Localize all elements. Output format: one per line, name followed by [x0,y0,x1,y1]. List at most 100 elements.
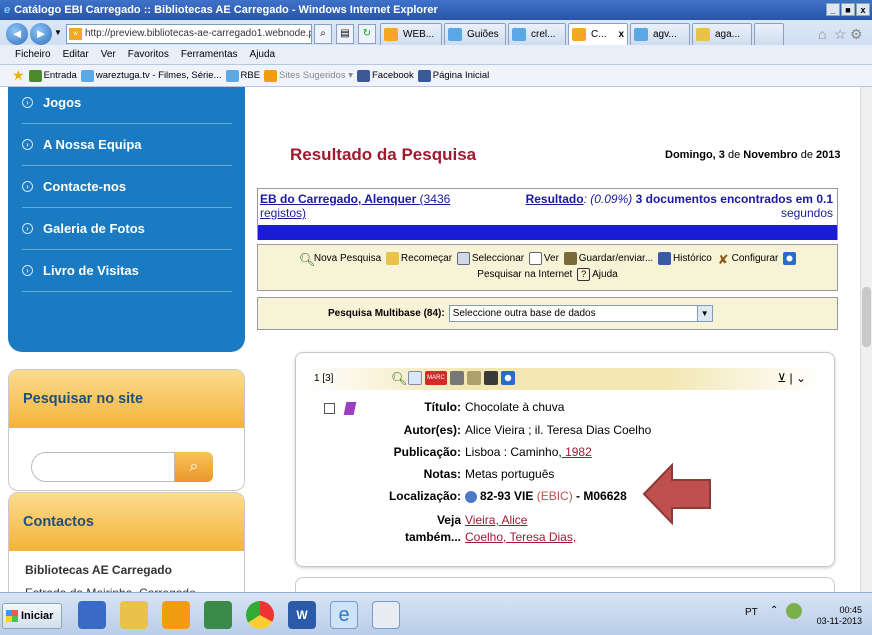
tool-ajuda[interactable]: ? Ajuda [575,267,618,281]
office-icon[interactable] [162,601,190,629]
vertical-scrollbar[interactable] [860,87,872,592]
suggested-sites-icon [264,69,278,82]
fav-wareztuga[interactable]: wareztuga.tv - Filmes, Série... [80,69,222,82]
chrome-icon[interactable] [246,601,274,629]
author-link-coelho[interactable]: Coelho, Teresa Dias, [465,530,576,544]
sidebar-item-equipa[interactable]: › A Nossa Equipa [22,124,232,166]
contacts-name: Bibliotecas AE Carregado [25,563,172,577]
tool-ver[interactable]: Ver [527,251,559,265]
tool-pesquisar-internet[interactable]: Pesquisar na Internet [477,269,572,280]
close-tab-icon[interactable]: x [618,24,624,45]
history-dropdown-icon[interactable]: ▼ [54,28,62,37]
tools-gear-icon[interactable]: ⚙ [850,26,863,43]
menu-editar[interactable]: Editar [63,49,89,60]
window-icon[interactable] [372,601,400,629]
menu-ficheiro[interactable]: Ficheiro [15,49,51,60]
main-content: Resultado da Pesquisa Domingo, 3 de Nove… [250,87,860,592]
results-summary: Resultado: (0.09%) 3 documentos encontra… [525,192,833,220]
back-icon[interactable]: ◄ [6,23,28,45]
tab-catalogo[interactable]: C... x [568,23,628,46]
tab-aga[interactable]: aga... [692,23,752,46]
tab-agv[interactable]: agv... [630,23,690,46]
tools-icon: ✘ [717,251,729,267]
reserve-icon[interactable] [484,371,498,385]
outlook-icon[interactable] [78,601,106,629]
favorites-star-icon[interactable]: ☆ [834,26,847,43]
results-toolbar: 🔍︎Nova Pesquisa Recomeçar Seleccionar Ve… [257,244,838,291]
sidebar-item-contacte[interactable]: › Contacte-nos [22,166,232,208]
maximize-button[interactable]: ■ [841,3,855,16]
chevron-down-icon: ▼ [696,306,712,321]
menu-favoritos[interactable]: Favoritos [128,49,169,60]
search-icon: ⌕ [189,458,199,475]
author-link-vieira[interactable]: Vieira, Alice [465,513,527,527]
fav-facebook[interactable]: Facebook [357,69,414,82]
record-number: 1 [3] [314,373,334,384]
tab-crel[interactable]: crel... [508,23,566,46]
multibase-bar: Pesquisa Multibase (84): Seleccione outr… [257,297,838,330]
fav-entrada[interactable]: Entrada [28,69,77,82]
refresh-icon[interactable]: ↻ [358,24,376,44]
fav-sites-sugeridos[interactable]: Sites Sugeridos ▾ [264,69,353,82]
menu-ajuda[interactable]: Ajuda [250,49,276,60]
ie-tab-icon [448,28,462,41]
url-input[interactable]: w http://preview.bibliotecas-ae-carregado… [66,24,312,44]
print-icon[interactable] [450,371,464,385]
start-button[interactable]: Iniciar [2,603,62,629]
menu-ver[interactable]: Ver [101,49,116,60]
ie-page-icon [80,69,94,82]
database-link[interactable]: EB do Carregado, Alenquer (3436 registos) [260,192,500,220]
facebook-icon [417,69,431,82]
sidebar-item-galeria[interactable]: › Galeria de Fotos [22,208,232,250]
fav-pagina-inicial[interactable]: Página Inicial [417,69,489,82]
tool-historico[interactable]: Histórico [656,251,712,265]
home-icon[interactable]: ⌂ [818,26,826,42]
tool-recomecar[interactable]: Recomeçar [384,251,452,265]
magnifier-icon[interactable]: 🔍︎ [391,371,408,386]
fav-rbe[interactable]: RBE [225,69,260,82]
result-link[interactable]: Resultado [526,192,584,206]
tray-arrow-icon[interactable]: ⌃ [770,605,778,616]
ie-page-icon [225,69,239,82]
clock[interactable]: 00:45 03-11-2013 [817,605,862,627]
year-link[interactable]: 1982 [562,445,592,459]
sidebar-item-jogos[interactable]: › Jogos [22,82,232,124]
network-icon[interactable] [786,603,802,619]
close-button[interactable]: x [856,3,870,16]
internet-search-icon[interactable] [501,371,515,385]
tool-seleccionar[interactable]: Seleccionar [455,251,524,265]
record-options-icon[interactable]: ⊻ | ⌄ [777,371,806,385]
location-link[interactable]: (EBIC) [533,489,573,503]
compat-view-icon[interactable]: ▤ [336,24,354,44]
scrollbar-thumb[interactable] [862,287,871,347]
language-indicator[interactable]: PT [745,607,758,618]
marc-icon[interactable]: MARC [425,371,447,385]
edit-icon[interactable] [408,371,422,385]
search-button[interactable]: ⌕ [175,452,213,482]
tool-configurar[interactable]: ✘ Configurar [715,251,779,267]
word-icon[interactable]: W [288,601,316,629]
sidebar-nav: › Jogos › A Nossa Equipa › Contacte-nos › Ga… [8,87,245,352]
info-icon[interactable] [465,490,477,503]
ie-taskbar-icon[interactable]: e [330,601,358,629]
recycle-icon[interactable] [204,601,232,629]
magnifier-icon: 🔍︎ [298,251,316,267]
bullet-icon: › [22,181,33,192]
sidebar-item-livro[interactable]: › Livro de Visitas [22,250,232,292]
search-icon[interactable]: ⌕ [314,24,332,44]
forward-icon[interactable]: ► [30,23,52,45]
taskbar: Iniciar W e PT ⌃ 00:45 03-11-2013 [0,592,872,635]
minimize-button[interactable]: _ [826,3,840,16]
new-tab[interactable] [754,23,784,46]
tab-web[interactable]: WEB... [380,23,442,46]
site-search-input[interactable] [31,452,175,482]
database-select[interactable]: Seleccione outra base de dados ▼ [448,305,713,322]
tool-nova-pesquisa[interactable]: 🔍︎Nova Pesquisa [297,251,381,267]
menu-ferramentas[interactable]: Ferramentas [181,49,238,60]
tab-guioes[interactable]: Guiões [444,23,506,46]
internet-search-icon[interactable] [783,251,797,265]
export-icon[interactable] [467,371,481,385]
folder-icon[interactable] [120,601,148,629]
search-box: Pesquisar no site ⌕ [8,369,245,491]
tool-guardar[interactable]: Guardar/enviar... [562,251,653,265]
